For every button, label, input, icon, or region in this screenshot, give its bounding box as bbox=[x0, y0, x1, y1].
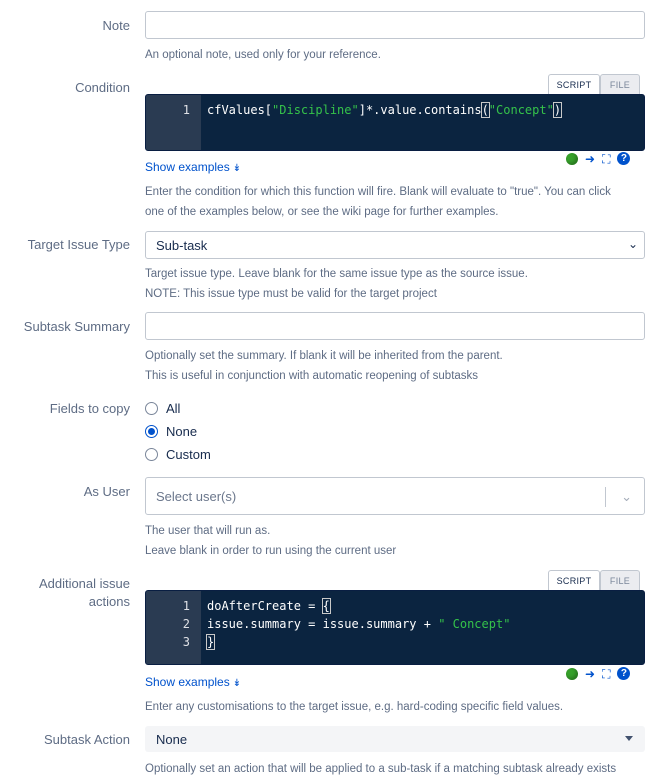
radio-button-checked[interactable] bbox=[145, 425, 158, 438]
as-user-help-2: Leave blank in order to run using the cu… bbox=[145, 545, 397, 557]
actions-tabs: SCRIPT FILE bbox=[548, 570, 641, 590]
select-separator bbox=[605, 487, 606, 507]
note-help: An optional note, used only for your ref… bbox=[145, 49, 381, 61]
subtask-summary-label: Subtask Summary bbox=[23, 319, 130, 334]
condition-show-examples-link[interactable]: Show examples ↡ bbox=[145, 159, 241, 177]
target-issue-type-help-2: NOTE: This issue type must be valid for … bbox=[145, 288, 437, 300]
tab-script[interactable]: SCRIPT bbox=[548, 74, 600, 94]
help-icon[interactable]: ? bbox=[617, 667, 631, 680]
radio-custom[interactable]: Custom bbox=[145, 447, 211, 462]
chevron-down-icon: ⌄ bbox=[627, 237, 638, 251]
status-ok-icon bbox=[566, 152, 578, 165]
fullscreen-icon[interactable]: ⛶ bbox=[602, 668, 610, 680]
as-user-help-1: The user that will run as. bbox=[145, 525, 271, 537]
target-issue-type-select[interactable]: Sub-task ⌄ bbox=[145, 231, 645, 259]
subtask-action-select[interactable]: None bbox=[145, 726, 645, 752]
radio-button[interactable] bbox=[145, 402, 158, 415]
code-line: 1 cfValues["Discipline"]*.value.contains… bbox=[146, 101, 644, 119]
condition-tabs: SCRIPT FILE bbox=[548, 74, 641, 94]
condition-editor-tools: ➜ ⛶ ? bbox=[566, 152, 631, 165]
subtask-summary-help-2: This is useful in conjunction with autom… bbox=[145, 370, 479, 382]
condition-editor[interactable]: 1 cfValues["Discipline"]*.value.contains… bbox=[145, 94, 645, 151]
code-text: cfValues["Discipline"]*.value.contains("… bbox=[207, 102, 563, 118]
radio-label: Custom bbox=[166, 447, 211, 462]
actions-show-examples-link[interactable]: Show examples ↡ bbox=[145, 674, 241, 692]
radio-button[interactable] bbox=[145, 448, 158, 461]
status-ok-icon bbox=[566, 667, 578, 680]
caret-down-icon bbox=[625, 736, 633, 741]
as-user-select[interactable]: Select user(s) ⌄ bbox=[145, 477, 645, 515]
subtask-action-label: Subtask Action bbox=[44, 732, 130, 747]
tab-file[interactable]: FILE bbox=[600, 570, 640, 590]
fullscreen-icon[interactable]: ⛶ bbox=[602, 153, 610, 165]
as-user-label: As User bbox=[83, 484, 130, 499]
code-line: 3 } bbox=[146, 633, 644, 651]
radio-label: None bbox=[166, 424, 198, 439]
expand-icon[interactable]: ➜ bbox=[585, 668, 595, 680]
line-number: 1 bbox=[182, 599, 190, 613]
double-chevron-down-icon: ↡ bbox=[232, 163, 242, 174]
double-chevron-down-icon: ↡ bbox=[232, 678, 242, 689]
condition-help-1: Enter the condition for which this funct… bbox=[145, 186, 611, 198]
target-issue-type-help-1: Target issue type. Leave blank for the s… bbox=[145, 268, 528, 280]
line-number: 3 bbox=[182, 635, 190, 649]
line-number: 1 bbox=[182, 103, 190, 117]
line-number: 2 bbox=[182, 617, 190, 631]
as-user-placeholder: Select user(s) bbox=[156, 488, 237, 504]
actions-editor-tools: ➜ ⛶ ? bbox=[566, 667, 631, 680]
code-text: doAfterCreate = { bbox=[207, 598, 331, 614]
note-input[interactable] bbox=[145, 11, 645, 39]
radio-label: All bbox=[166, 401, 181, 416]
expand-icon[interactable]: ➜ bbox=[585, 153, 595, 165]
help-icon[interactable]: ? bbox=[617, 152, 631, 165]
additional-actions-label-2: actions bbox=[88, 594, 130, 609]
chevron-down-icon[interactable]: ⌄ bbox=[621, 489, 632, 505]
radio-all[interactable]: All bbox=[145, 401, 180, 416]
actions-help: Enter any customisations to the target i… bbox=[145, 701, 564, 713]
actions-editor[interactable]: 1 doAfterCreate = { 2 issue.summary = is… bbox=[145, 590, 645, 665]
subtask-summary-help-1: Optionally set the summary. If blank it … bbox=[145, 350, 503, 362]
subtask-action-help: Optionally set an action that will be ap… bbox=[145, 763, 617, 775]
condition-label: Condition bbox=[75, 80, 130, 95]
tab-script[interactable]: SCRIPT bbox=[548, 570, 600, 590]
target-issue-type-label: Target Issue Type bbox=[27, 237, 130, 252]
additional-actions-label-1: Additional issue bbox=[38, 576, 130, 591]
note-label: Note bbox=[102, 18, 130, 33]
subtask-summary-input[interactable] bbox=[145, 312, 645, 340]
tab-file[interactable]: FILE bbox=[600, 74, 640, 94]
code-line: 2 issue.summary = issue.summary + " Conc… bbox=[146, 615, 644, 633]
code-text: issue.summary = issue.summary + " Concep… bbox=[207, 617, 511, 631]
condition-help-2: one of the examples below, or see the wi… bbox=[145, 206, 499, 218]
fields-to-copy-label: Fields to copy bbox=[49, 401, 130, 416]
radio-none[interactable]: None bbox=[145, 424, 197, 439]
code-text: } bbox=[205, 634, 216, 650]
code-line: 1 doAfterCreate = { bbox=[146, 597, 644, 615]
